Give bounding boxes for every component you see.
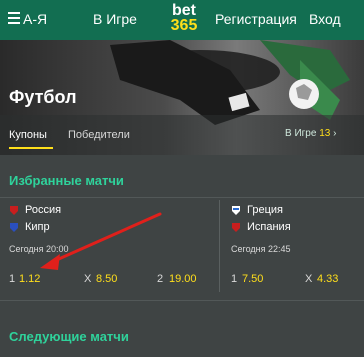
featured-divider [0, 197, 364, 198]
bet365-logo[interactable]: bet 365 [167, 3, 201, 36]
match2-oddx-button[interactable]: 4.33 [317, 273, 338, 285]
tab-winners[interactable]: Победители [68, 129, 130, 141]
upcoming-matches-title: Следующие матчи [9, 329, 129, 344]
match1-odd1-label: 1 [9, 273, 16, 285]
match2-date: Сегодня 22:45 [231, 244, 291, 254]
upcoming-divider [0, 300, 364, 301]
match1-date: Сегодня 20:00 [9, 244, 69, 254]
chevron-right-icon: › [333, 128, 337, 139]
match1-oddx-label: X [84, 273, 92, 285]
tab-coupons[interactable]: Купоны [9, 129, 47, 141]
logo-bottom: 365 [170, 17, 198, 34]
spain-crest-icon [232, 223, 240, 232]
menu-icon[interactable] [8, 12, 20, 24]
inplay-link[interactable]: В Игре 13 › [285, 128, 336, 139]
inplay-label: В Игре [285, 128, 317, 139]
top-nav: А-Я В Игре bet 365 Регистрация Вход [0, 0, 364, 40]
match2-odd1-label: 1 [231, 273, 238, 285]
az-menu-link[interactable]: А-Я [23, 11, 47, 27]
inplay-count: 13 [319, 128, 331, 139]
greece-crest-icon [232, 206, 240, 215]
match2-team2[interactable]: Испания [247, 221, 291, 233]
featured-matches-title: Избранные матчи [9, 173, 124, 188]
match1-team2[interactable]: Кипр [25, 221, 50, 233]
cyprus-crest-icon [10, 223, 18, 232]
match-separator [219, 200, 220, 292]
register-link[interactable]: Регистрация [215, 11, 297, 27]
match1-odd1-button[interactable]: 1.12 [19, 273, 40, 285]
match2-team1[interactable]: Греция [247, 204, 283, 216]
match1-odd2-button[interactable]: 19.00 [169, 273, 197, 285]
hero-banner: Футбол Купоны Победители В Игре 13 › [0, 40, 364, 155]
match1-odd2-label: 2 [157, 273, 164, 285]
russia-crest-icon [10, 206, 18, 215]
active-tab-indicator [9, 147, 53, 149]
match1-team1[interactable]: Россия [25, 204, 61, 216]
login-link[interactable]: Вход [309, 11, 341, 27]
match1-oddx-button[interactable]: 8.50 [96, 273, 117, 285]
page-title: Футбол [9, 87, 77, 107]
match2-oddx-label: X [305, 273, 313, 285]
inplay-nav-link[interactable]: В Игре [93, 11, 137, 27]
match2-odd1-button[interactable]: 7.50 [242, 273, 263, 285]
logo-top: bet [172, 2, 196, 19]
